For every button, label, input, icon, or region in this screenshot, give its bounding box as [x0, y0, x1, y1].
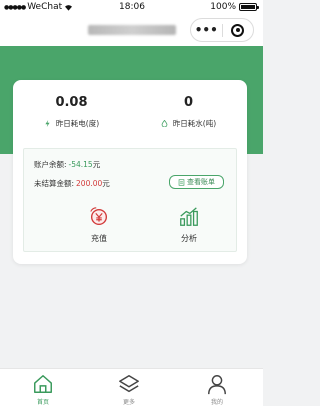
signal-icon: ●●●●● — [4, 3, 26, 11]
analysis-label: 分析 — [181, 234, 197, 243]
tab-mine[interactable]: 我的 — [197, 373, 237, 406]
tab-home[interactable]: 首页 — [23, 373, 63, 406]
tab-home-label: 首页 — [36, 399, 49, 406]
balance-label: 账户余额: — [34, 160, 67, 169]
account-panel: 账户余额: -54.15 元 未结算金额: 200.00 元 查看账单 充值 分… — [23, 148, 237, 252]
recharge-button[interactable]: 充值 — [69, 206, 129, 244]
view-bill-button[interactable]: 查看账单 — [169, 175, 224, 189]
close-button[interactable] — [223, 23, 254, 37]
unsettled-value: 200.00 — [76, 179, 103, 188]
analysis-button[interactable]: 分析 — [159, 206, 219, 244]
wifi-icon — [65, 4, 73, 11]
balance-row: 账户余额: -54.15 元 — [34, 159, 100, 170]
close-icon — [231, 23, 245, 37]
user-icon — [208, 375, 226, 395]
battery-percent: 100% — [210, 2, 236, 12]
tab-more[interactable]: 更多 — [109, 373, 149, 406]
battery-icon — [239, 3, 259, 11]
carrier-name: WeChat — [27, 2, 63, 12]
unsettled-row: 未结算金额: 200.00 元 — [34, 178, 110, 189]
balance-unit: 元 — [92, 160, 101, 169]
unsettled-label: 未结算金额: — [34, 179, 75, 188]
home-icon — [34, 375, 52, 393]
tab-bar: 首页 更多 我的 — [0, 368, 263, 406]
usage-card: 0.08 昨日耗电(度) 0 昨日耗水(吨) 账户余额: -54.15 元 未结… — [13, 80, 247, 264]
electricity-stat: 0.08 昨日耗电(度) — [13, 95, 130, 129]
balance-value: -54.15 — [68, 160, 93, 169]
more-menu-button[interactable]: ••• — [191, 19, 222, 41]
status-battery: 100% — [210, 2, 259, 12]
layers-icon — [119, 375, 139, 393]
electricity-value: 0.08 — [55, 95, 88, 110]
status-time: 18:06 — [119, 2, 145, 12]
nav-bar: ••• — [0, 14, 263, 46]
bill-icon — [178, 178, 185, 186]
recharge-icon — [90, 207, 108, 226]
water-label: 昨日耗水(吨) — [172, 119, 217, 128]
page-title-blurred — [88, 25, 176, 35]
electricity-icon — [45, 120, 50, 127]
water-value: 0 — [183, 95, 194, 110]
view-bill-label: 查看账单 — [187, 178, 215, 186]
chart-icon — [180, 207, 198, 226]
electricity-label: 昨日耗电(度) — [55, 119, 100, 128]
water-stat: 0 昨日耗水(吨) — [130, 95, 247, 129]
miniprogram-capsule: ••• — [190, 18, 254, 42]
recharge-label: 充值 — [91, 234, 107, 243]
tab-more-label: 更多 — [122, 399, 135, 406]
status-carrier: ●●●●● WeChat — [4, 2, 73, 12]
tab-mine-label: 我的 — [210, 399, 223, 406]
unsettled-unit: 元 — [102, 179, 110, 188]
status-bar: ●●●●● WeChat 18:06 100% — [0, 0, 263, 14]
water-drop-icon — [161, 120, 168, 127]
